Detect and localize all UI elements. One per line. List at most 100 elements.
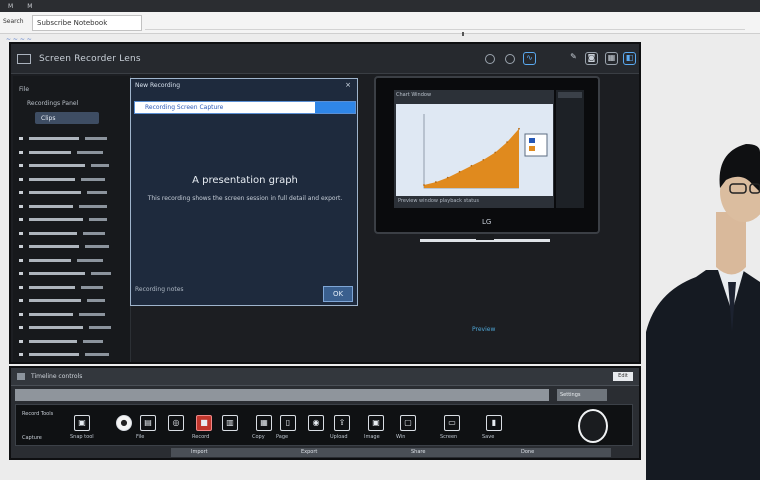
menu-icon[interactable] [17,54,31,64]
image-tool-icon[interactable]: ▣ [368,415,384,431]
sidebar-item-bullet [19,218,23,222]
chart-point [470,164,473,167]
camera-icon[interactable]: ◙ [585,52,598,65]
record-icon[interactable] [505,54,515,64]
sidebar: File Recordings Panel Clips [13,76,131,370]
sidebar-item-label [29,326,83,330]
sidebar-item-label [29,191,81,195]
sidebar-item[interactable] [19,294,123,308]
recording-dialog: New Recording × Recording Screen Capture… [130,78,358,306]
sidebar-item-label [29,245,79,249]
tool-caption: Snap tool [70,434,94,440]
monitor-preview: Chart Window Preview window playback sta… [374,76,600,234]
sidebar-list [19,132,123,375]
dialog-browse-button[interactable] [315,102,355,113]
edit-button[interactable]: Edit [613,372,633,381]
sidebar-item[interactable] [19,348,123,362]
sidebar-item-bullet [19,177,23,181]
dialog-subline: This recording shows the screen session … [147,195,343,202]
expand-icon[interactable]: ◧ [623,52,636,65]
area-chart [396,104,553,196]
sidebar-item[interactable] [19,254,123,268]
tab-icon[interactable]: M [8,3,13,10]
sidebar-item[interactable] [19,321,123,335]
sidebar-item-meta [83,231,105,235]
sidebar-item[interactable] [19,335,123,349]
upload-tool-icon[interactable]: ⇪ [334,415,350,431]
sidebar-item-meta [87,191,107,195]
chart-legend [524,133,548,157]
footer-item[interactable]: Share [411,449,425,455]
sidebar-item-bullet [19,339,23,343]
page-tool-icon[interactable]: ▯ [280,415,296,431]
app-header: Screen Recorder Lens ∿ ✎ ◙ ▦ ◧ [11,44,639,74]
target-tool-icon[interactable]: ◎ [168,415,184,431]
record-tool-icon[interactable]: ■ [196,415,212,431]
search-label[interactable]: Search [3,18,24,25]
sidebar-item[interactable] [19,146,123,160]
window-tool-icon[interactable]: ▢ [400,415,416,431]
footer-item[interactable]: Export [301,449,317,455]
sidebar-item[interactable] [19,308,123,322]
sidebar-item[interactable] [19,227,123,241]
sidebar-item-meta [79,312,105,316]
camera-tool-icon[interactable]: ▣ [74,415,90,431]
copy-tool-icon[interactable]: ▦ [256,415,272,431]
settings-icon[interactable] [485,54,495,64]
sidebar-item-meta [89,218,107,222]
address-bar: Search Subscribe Notebook [0,12,760,36]
footer-item[interactable]: Import [191,449,208,455]
chart-point [518,127,520,130]
monitor-stand [420,234,550,242]
presenter-image [646,144,760,480]
screen-title: Chart Window [396,92,432,98]
dialog-input[interactable]: Recording Screen Capture [134,101,356,114]
disc-tool-icon[interactable]: ◉ [308,415,324,431]
chart-point [458,170,461,173]
circle-tool-icon[interactable]: ● [116,415,132,431]
sidebar-item[interactable] [19,240,123,254]
tool-tray: Record Tools Capture ▣ Snap tool ● ▤ File ◎ ■ R… [15,404,633,446]
sidebar-item-meta [85,245,109,249]
file-tool-icon[interactable]: ▤ [140,415,156,431]
sidebar-item[interactable] [19,200,123,214]
screen-tool-icon[interactable]: ▭ [444,415,460,431]
sidebar-item-label [29,258,71,262]
settings-panel[interactable]: Settings [557,389,607,401]
doc-tool-icon[interactable]: ▥ [222,415,238,431]
strip-header: Timeline controls Edit [11,368,639,386]
sidebar-item[interactable] [19,173,123,187]
link-icon[interactable]: ∿ [523,52,536,65]
sidebar-item-bullet [19,137,23,141]
chart-svg [423,114,548,189]
pen-icon[interactable]: ✎ [567,52,580,65]
share-icon[interactable]: ▦ [605,52,618,65]
sidebar-item-label [29,137,79,141]
sidebar-item-bullet [19,191,23,195]
sidebar-item-label [29,312,73,316]
sidebar-item-bullet [19,258,23,262]
bookmark-tool-icon[interactable]: ▮ [486,415,502,431]
address-input[interactable]: Subscribe Notebook [32,15,142,31]
app-title: Screen Recorder Lens [39,54,141,64]
scrubber-bar[interactable] [15,389,549,401]
sidebar-item-selected[interactable]: Clips [35,112,99,124]
sidebar-item-bullet [19,326,23,330]
sidebar-item[interactable] [19,132,123,146]
sidebar-item[interactable] [19,267,123,281]
sidebar-item-label [29,218,83,222]
sidebar-item[interactable] [19,159,123,173]
sidebar-item[interactable] [19,186,123,200]
sidebar-item[interactable] [19,281,123,295]
sidebar-item-bullet [19,164,23,168]
sidebar-heading: File [19,86,30,93]
footer-item[interactable]: Done [521,449,534,455]
close-icon[interactable]: × [345,81,351,89]
ok-button[interactable]: OK [323,286,353,302]
browser-tab-bar: M M [0,0,760,12]
tool-caption: Copy [252,434,265,440]
tab-icon[interactable]: M [27,3,32,10]
sidebar-item[interactable] [19,213,123,227]
record-lens-icon[interactable] [578,409,608,443]
screen-footer: Preview window playback status [398,198,480,204]
